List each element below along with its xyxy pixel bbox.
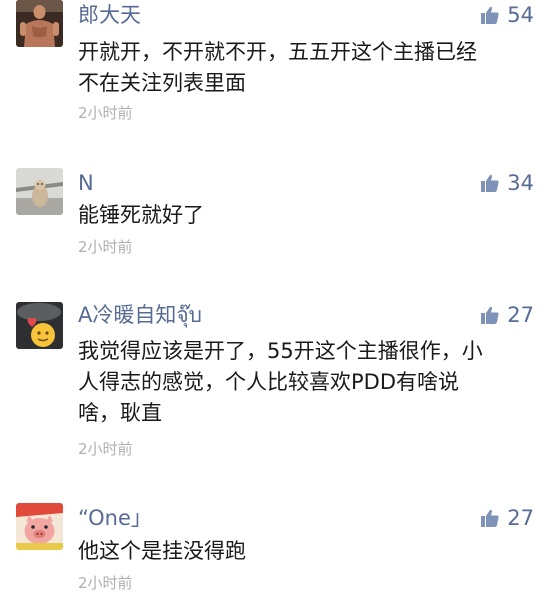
thumbs-up-icon [481,6,499,24]
muscle-man-avatar-icon[interactable] [16,0,63,47]
username[interactable]: “One」 [78,505,152,531]
comment-text: 能锤死就好了 [78,203,204,227]
comment-text: 开就开，不开就不开，五五开这个主播已经 不在关注列表里面 [78,40,477,95]
like-button[interactable]: 27 [481,505,534,531]
like-count: 27 [507,506,534,530]
username[interactable]: 郎大天 [78,2,141,28]
comment-text: 我觉得应该是开了，55开这个主播很作，小 人得志的感觉，个人比较喜欢PDD有啥说… [78,339,483,425]
cartoon-pig-avatar-icon[interactable] [16,503,63,550]
like-count: 27 [507,303,534,327]
comment-time: 2小时前 [78,238,133,256]
like-button[interactable]: 27 [481,302,534,328]
comment-time: 2小时前 [78,574,133,592]
like-count: 34 [507,171,534,195]
like-button[interactable]: 54 [481,2,534,28]
username[interactable]: A冷暖自知จุ๊บ [78,302,202,328]
like-count: 54 [507,3,534,27]
thumbs-up-icon [481,174,499,192]
thumbs-up-icon [481,306,499,324]
comment-time: 2小时前 [78,104,133,122]
comment-time: 2小时前 [78,440,133,458]
thumbs-up-icon [481,509,499,527]
comment-item: N 34 能锤死就好了 2小时前 [0,168,550,278]
username[interactable]: N [78,170,94,196]
comment-text: 他这个是挂没得跑 [78,539,246,563]
comment-item: 郎大天 54 开就开，不开就不开，五五开这个主播已经 不在关注列表里面 2小时前 [0,0,550,140]
comment-item: “One」 27 他这个是挂没得跑 2小时前 [0,503,550,603]
heart-emoji-avatar-icon[interactable] [16,302,63,349]
comment-item: A冷暖自知จุ๊บ 27 我觉得应该是开了，55开这个主播很作，小 人得志的感觉… [0,302,550,472]
like-button[interactable]: 34 [481,170,534,196]
dog-photo-avatar-icon[interactable] [16,168,63,215]
